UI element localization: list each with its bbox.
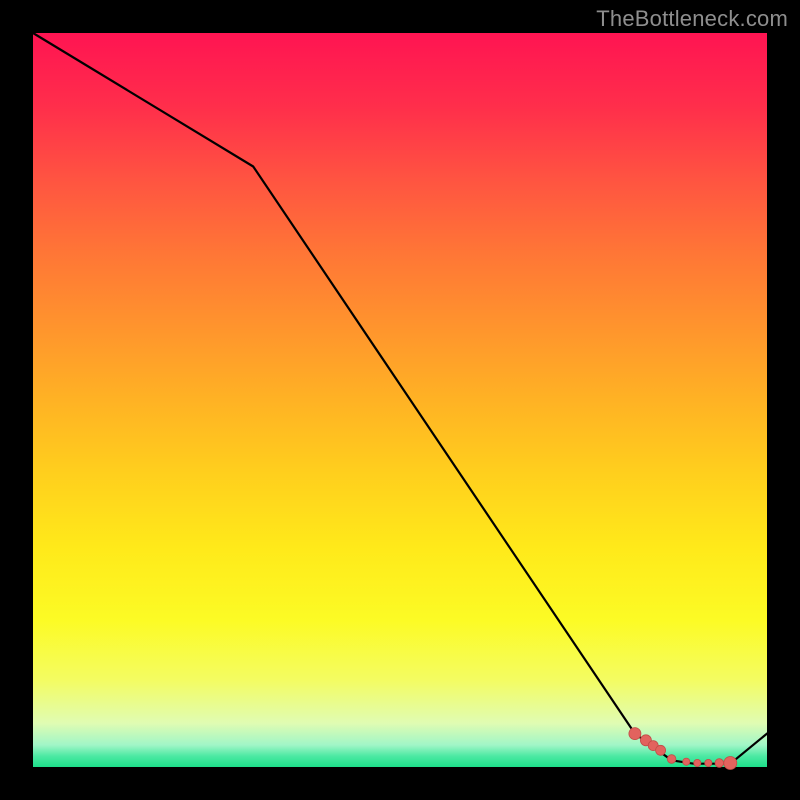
watermark: TheBottleneck.com: [596, 6, 788, 32]
chart-marker: [724, 757, 737, 770]
chart-line: [33, 33, 767, 764]
chart-marker: [705, 759, 712, 766]
chart-marker: [694, 759, 701, 766]
chart-marker: [667, 755, 676, 764]
chart-overlay: [33, 33, 767, 767]
chart-markers: [629, 728, 737, 770]
chart-marker: [683, 758, 690, 765]
chart-marker: [715, 759, 724, 768]
chart-stage: TheBottleneck.com: [0, 0, 800, 800]
chart-marker: [656, 745, 666, 755]
chart-marker: [629, 728, 641, 740]
